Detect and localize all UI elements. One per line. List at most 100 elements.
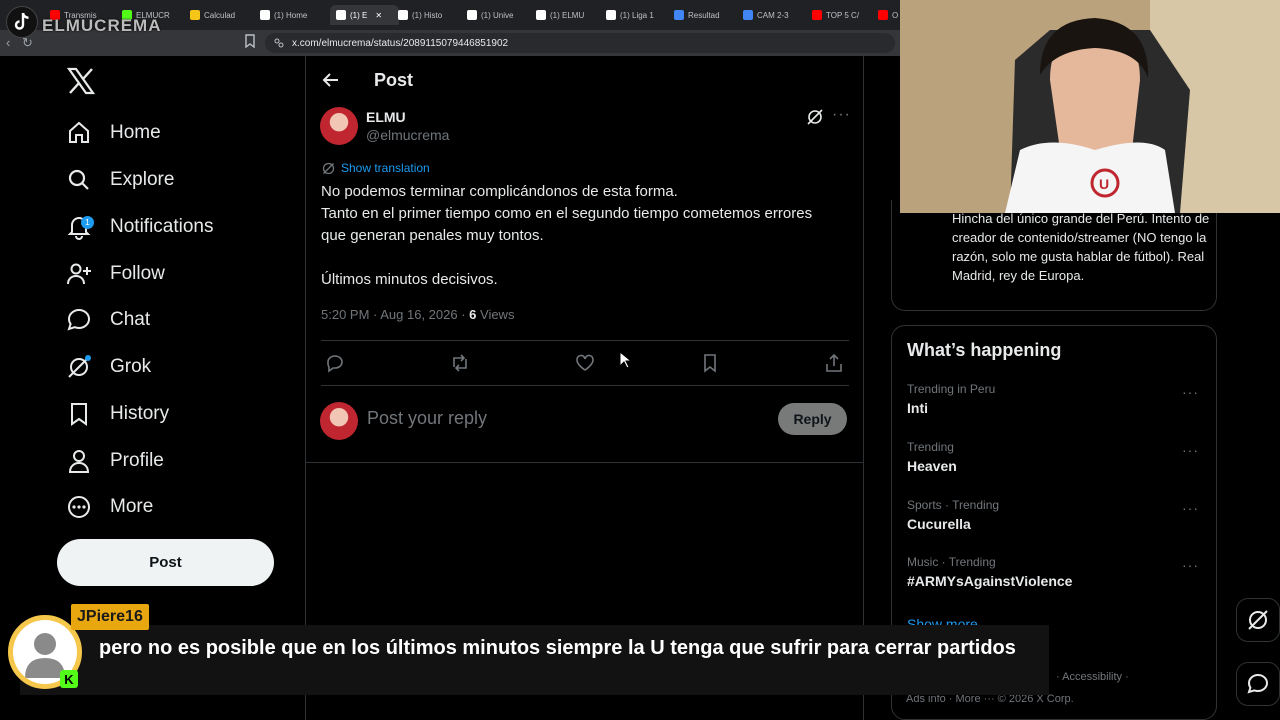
tab-label: Resultad <box>688 10 720 20</box>
bookmark-page-icon[interactable] <box>244 34 256 51</box>
post-button[interactable]: Post <box>57 539 274 586</box>
tweet-line: Tanto en el primer tiempo como en el seg… <box>321 205 813 244</box>
browser-tab[interactable]: Calculad <box>190 5 252 25</box>
trend-item[interactable]: Trending Heaven ··· <box>907 440 1207 474</box>
divider <box>306 462 863 463</box>
back-arrow-icon[interactable] <box>320 69 342 91</box>
my-avatar[interactable] <box>320 402 358 440</box>
show-translation-label: Show translation <box>341 161 430 175</box>
sidebar-item-notifications[interactable]: 1 Notifications <box>66 209 214 245</box>
tab-label: (1) Unive <box>481 10 514 20</box>
tab-favicon-icon <box>260 10 270 20</box>
more-circle-icon <box>66 494 92 520</box>
back-nav-icon[interactable]: ‹ <box>6 35 10 50</box>
trend-name: Cucurella <box>907 516 971 532</box>
trend-more-icon[interactable]: ··· <box>1182 442 1199 458</box>
tab-favicon-icon <box>336 10 346 20</box>
trend-more-icon[interactable]: ··· <box>1182 384 1199 400</box>
reply-input[interactable]: Post your reply <box>367 408 487 429</box>
webcam-overlay: U <box>900 0 1280 213</box>
trend-context: Trending <box>907 440 954 454</box>
bookmark-icon[interactable] <box>700 353 720 373</box>
site-info-icon[interactable] <box>274 38 284 48</box>
tweet-line: Últimos minutos decisivos. <box>321 271 498 288</box>
grok-icon[interactable] <box>806 108 824 126</box>
whats-happening-title: What’s happening <box>907 340 1062 360</box>
trend-item[interactable]: Sports · Trending Cucurella ··· <box>907 498 1207 532</box>
browser-tab[interactable]: (1) Home <box>260 5 322 25</box>
notification-badge: 1 <box>81 216 94 229</box>
reply-button[interactable]: Reply <box>778 403 847 435</box>
messages-fab[interactable] <box>1236 662 1280 706</box>
bell-icon: 1 <box>66 214 94 240</box>
browser-tab[interactable]: (1) Unive <box>467 5 527 25</box>
author-name[interactable]: ELMU <box>366 109 406 125</box>
mouse-cursor-icon <box>619 351 631 369</box>
author-avatar[interactable] <box>320 107 358 145</box>
tweet-meta: 5:20 PM · Aug 16, 2026 · 6 Views <box>321 307 514 322</box>
sidebar-item-label: Notifications <box>110 216 214 237</box>
chat-icon <box>66 307 92 333</box>
tab-label: (1) Home <box>274 10 308 20</box>
trend-item[interactable]: Music · Trending #ARMYsAgainstViolence ·… <box>907 555 1207 589</box>
tab-label: O <box>892 10 899 20</box>
browser-tab[interactable]: (1) E ✕ <box>330 5 399 25</box>
repost-icon[interactable] <box>450 353 470 373</box>
page-title: Post <box>374 70 414 90</box>
x-logo-icon[interactable] <box>66 66 96 96</box>
chat-icon <box>1247 673 1269 694</box>
tab-favicon-icon <box>812 10 822 20</box>
share-icon[interactable] <box>824 353 844 373</box>
more-options-icon[interactable]: ··· <box>832 106 851 124</box>
sidebar-item-grok[interactable]: Grok <box>66 349 151 385</box>
bookmark-icon <box>66 401 92 427</box>
reply-icon[interactable] <box>325 353 345 373</box>
profile-bio-card: Hincha del único grande del Perú. Intent… <box>891 200 1217 311</box>
sidebar-item-chat[interactable]: Chat <box>66 302 150 338</box>
author-handle[interactable]: @elmucrema <box>366 127 449 143</box>
sidebar-item-home[interactable]: Home <box>66 115 161 151</box>
tweet-timestamp[interactable]: 5:20 PM · Aug 16, 2026 · <box>321 307 469 322</box>
streamer-video: U <box>900 0 1280 213</box>
close-tab-icon[interactable]: ✕ <box>375 11 382 20</box>
trend-item[interactable]: Trending in Peru Inti ··· <box>907 382 1207 416</box>
address-bar[interactable]: x.com/elmucrema/status/20891150794468519… <box>265 33 895 53</box>
main-column: Post ELMU @elmucrema ··· Show translatio… <box>305 56 864 720</box>
sidebar-item-profile[interactable]: Profile <box>66 443 164 479</box>
trend-context: Music · Trending <box>907 555 996 569</box>
tab-label: Calculad <box>204 10 236 20</box>
translate-icon <box>322 162 335 174</box>
tab-label: (1) Liga 1 <box>620 10 654 20</box>
like-icon[interactable] <box>575 353 595 373</box>
sidebar-item-more[interactable]: More <box>66 489 153 525</box>
browser-tab[interactable]: Resultad <box>674 5 734 25</box>
browser-tab[interactable]: CAM 2-3 <box>743 5 803 25</box>
chat-username: JPiere16 <box>71 604 149 630</box>
trend-context: Trending in Peru <box>907 382 996 396</box>
sidebar-item-label: More <box>110 496 154 517</box>
grok-icon <box>66 354 92 380</box>
tweet-actions <box>321 340 849 386</box>
trend-more-icon[interactable]: ··· <box>1182 557 1199 573</box>
browser-tab[interactable]: O <box>878 5 900 25</box>
tweet-line: No podemos terminar complicándonos de es… <box>321 183 678 200</box>
grok-fab[interactable] <box>1236 598 1280 642</box>
show-translation-link[interactable]: Show translation <box>322 161 430 175</box>
trend-more-icon[interactable]: ··· <box>1182 500 1199 516</box>
person-icon <box>66 448 92 474</box>
browser-tab[interactable]: (1) Histo <box>398 5 458 25</box>
tab-label: (1) E <box>350 10 368 20</box>
sidebar-item-follow[interactable]: Follow <box>66 256 165 292</box>
grok-icon <box>1248 610 1268 630</box>
footer-links[interactable]: · Accessibility · <box>1056 671 1129 683</box>
browser-tab[interactable]: TOP 5 C/ <box>812 5 870 25</box>
url-text: x.com/elmucrema/status/20891150794468519… <box>292 37 509 49</box>
search-icon <box>66 167 92 193</box>
sidebar-item-label: Home <box>110 122 161 143</box>
sidebar-item-history[interactable]: History <box>66 396 169 432</box>
trend-context: Sports · Trending <box>907 498 1000 512</box>
browser-tab[interactable]: (1) Liga 1 <box>606 5 666 25</box>
sidebar-item-explore[interactable]: Explore <box>66 162 174 198</box>
tab-favicon-icon <box>878 10 888 20</box>
browser-tab[interactable]: (1) ELMU <box>536 5 598 25</box>
